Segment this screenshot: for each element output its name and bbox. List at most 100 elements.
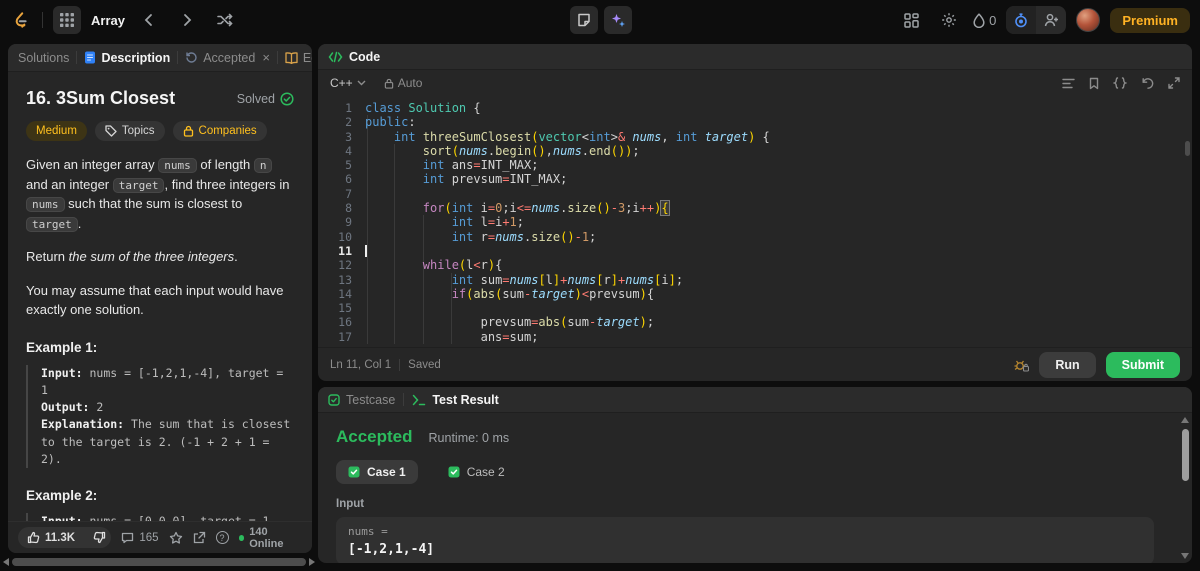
- code-line[interactable]: 3 int threeSumClosest(vector<int>& nums,…: [318, 130, 1192, 144]
- input-box[interactable]: nums = [-1,2,1,-4]: [336, 517, 1154, 563]
- companies-badge[interactable]: Companies: [172, 121, 267, 141]
- code-line[interactable]: 2 public:: [318, 115, 1192, 129]
- scroll-down-arrow[interactable]: [1181, 553, 1189, 559]
- code-text: sort(nums.begin(),nums.end());: [422, 143, 640, 158]
- code-icon: [328, 51, 343, 63]
- tab-code[interactable]: Code: [349, 50, 380, 64]
- code-line[interactable]: 12 while(l<r){: [318, 258, 1192, 272]
- chevron-down-icon: [357, 80, 366, 86]
- tab-testcase[interactable]: Testcase: [328, 393, 395, 407]
- code-line[interactable]: 5 int ans=INT_MAX;: [318, 158, 1192, 172]
- topics-badge[interactable]: Topics: [94, 121, 165, 141]
- comments-button[interactable]: 165: [121, 531, 159, 544]
- scroll-left-arrow[interactable]: [3, 558, 9, 566]
- vote-pill: 11.3K: [18, 527, 112, 548]
- example-block: Input: nums = [0,0,0], target = 1Output:…: [26, 513, 294, 521]
- code-text: int l=i+1;: [451, 215, 525, 230]
- test-result-content: Accepted Runtime: 0 ms Case 1 Case 2 Inp…: [318, 413, 1192, 563]
- debug-lock-icon[interactable]: [1013, 358, 1030, 372]
- grid-icon[interactable]: [53, 6, 81, 34]
- expand-icon[interactable]: [1168, 77, 1180, 89]
- solved-status: Solved: [237, 92, 294, 106]
- test-panel: Testcase Test Result Accepted Runtime: 0…: [318, 387, 1192, 563]
- comments-count: 165: [139, 531, 159, 544]
- run-button[interactable]: Run: [1039, 351, 1096, 378]
- tab-test-result[interactable]: Test Result: [412, 393, 499, 407]
- submit-button[interactable]: Submit: [1105, 351, 1180, 378]
- divider: [403, 393, 405, 406]
- code-line[interactable]: 6 int prevsum=INT_MAX;: [318, 172, 1192, 186]
- help-button[interactable]: ?: [215, 531, 229, 544]
- online-indicator: 140 Online: [238, 526, 302, 550]
- scroll-right-arrow[interactable]: [309, 558, 315, 566]
- code-line[interactable]: 14 if(abs(sum-target)<prevsum){: [318, 287, 1192, 301]
- tab-solutions[interactable]: Solutions: [18, 51, 69, 65]
- code-panel-tab-strip: Code: [318, 44, 1192, 70]
- divider: [177, 51, 179, 64]
- code-line[interactable]: 7: [318, 187, 1192, 201]
- test-panel-tab-strip: Testcase Test Result: [318, 387, 1192, 413]
- add-user-icon[interactable]: [1036, 6, 1066, 34]
- leetcode-logo[interactable]: [10, 6, 32, 34]
- streak-counter[interactable]: 0: [973, 13, 996, 28]
- editor-scrollbar-thumb[interactable]: [1185, 141, 1190, 156]
- code-line[interactable]: 8 for(int i=0;i<=nums.size()-3;i++){: [318, 200, 1192, 217]
- gear-icon[interactable]: [935, 6, 963, 34]
- code-line[interactable]: 4 sort(nums.begin(),nums.end());: [318, 144, 1192, 158]
- timer-pill: [1006, 6, 1067, 34]
- language-selector[interactable]: C++: [330, 76, 366, 90]
- auto-toggle[interactable]: Auto: [384, 76, 422, 90]
- thumbs-up-button[interactable]: 11.3K: [18, 527, 84, 548]
- scrollbar-thumb[interactable]: [12, 558, 306, 566]
- code-line[interactable]: 1 class Solution {: [318, 101, 1192, 115]
- tab-editorial[interactable]: Editorial: [285, 51, 312, 65]
- bookmark-icon[interactable]: [1089, 77, 1099, 90]
- scrollbar-thumb[interactable]: [1181, 429, 1189, 481]
- flame-icon: [973, 12, 985, 28]
- avatar[interactable]: [1076, 8, 1101, 32]
- tab-description[interactable]: Description: [84, 51, 170, 65]
- line-number: 12: [338, 258, 352, 273]
- line-number: 9: [345, 215, 352, 230]
- align-icon[interactable]: [1062, 78, 1075, 89]
- code-line[interactable]: 15: [318, 301, 1192, 315]
- shuffle-icon[interactable]: [211, 6, 239, 34]
- tab-accepted[interactable]: Accepted ×: [185, 50, 270, 65]
- difficulty-badge[interactable]: Medium: [26, 121, 87, 141]
- chevron-left-icon[interactable]: [135, 6, 163, 34]
- premium-button[interactable]: Premium: [1110, 7, 1190, 33]
- code-line[interactable]: 16 prevsum=abs(sum-target);: [318, 315, 1192, 329]
- braces-icon[interactable]: [1113, 77, 1127, 89]
- code-line[interactable]: 9 int l=i+1;: [318, 215, 1192, 229]
- problem-list-label[interactable]: Array: [91, 13, 125, 28]
- notes-icon[interactable]: [570, 6, 598, 34]
- code-line[interactable]: 13 int sum=nums[l]+nums[r]+nums[i];: [318, 273, 1192, 287]
- close-icon[interactable]: ×: [262, 50, 270, 65]
- code-line[interactable]: 17 ans=sum;: [318, 330, 1192, 344]
- sparkles-icon[interactable]: [604, 6, 632, 34]
- dashboard-icon[interactable]: [897, 6, 925, 34]
- save-status: Saved: [408, 358, 441, 371]
- star-button[interactable]: [169, 531, 183, 545]
- share-button[interactable]: [193, 531, 206, 544]
- case-1-button[interactable]: Case 1: [336, 460, 418, 484]
- inline-code-chip: target: [112, 177, 165, 193]
- line-number: 1: [345, 101, 352, 115]
- case-2-button[interactable]: Case 2: [436, 460, 517, 484]
- editor-status-bar: Ln 11, Col 1 Saved Run Submit: [318, 347, 1192, 381]
- input-value: [-1,2,1,-4]: [348, 542, 435, 557]
- line-number: 16: [338, 315, 352, 330]
- divider: [276, 51, 278, 64]
- timer-icon[interactable]: [1006, 6, 1037, 34]
- code-line[interactable]: 10 int r=nums.size()-1;: [318, 230, 1192, 244]
- chevron-right-icon[interactable]: [173, 6, 201, 34]
- code-editor[interactable]: 1 class Solution {2 public: 3 int threeSumC…: [318, 96, 1192, 347]
- reset-icon[interactable]: [1141, 77, 1154, 90]
- inline-code-chip: nums: [26, 197, 65, 212]
- code-line[interactable]: 11: [318, 244, 1192, 258]
- text-cursor: [365, 244, 367, 257]
- scroll-up-arrow[interactable]: [1181, 417, 1189, 423]
- thumbs-down-button[interactable]: [84, 527, 111, 548]
- vertical-scrollbar: [1180, 417, 1190, 559]
- horizontal-scrollbar: [0, 556, 318, 568]
